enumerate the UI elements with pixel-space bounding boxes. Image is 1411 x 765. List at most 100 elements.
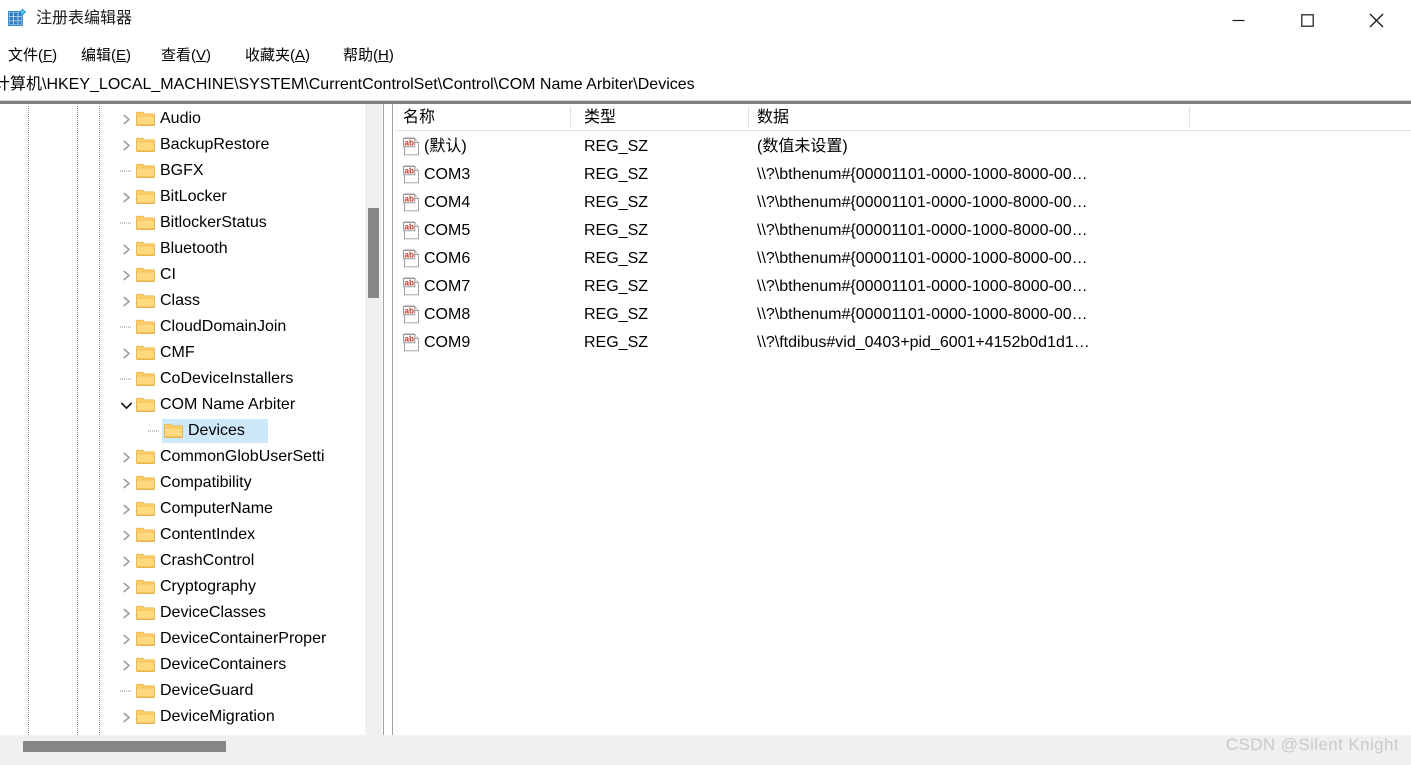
- tree-item-audio[interactable]: Audio: [0, 106, 362, 132]
- tree-item-cryptography[interactable]: Cryptography: [0, 574, 362, 600]
- tree-item-devicemigration[interactable]: DeviceMigration: [0, 704, 362, 730]
- tree-vertical-scrollbar[interactable]: [365, 104, 382, 736]
- tree-guide-line: [99, 652, 100, 678]
- column-header-1[interactable]: 名称: [403, 107, 435, 129]
- chevron-right-icon[interactable]: [117, 470, 135, 496]
- tree-item-bitlocker[interactable]: BitLocker: [0, 184, 362, 210]
- svg-text:ab: ab: [404, 251, 414, 260]
- chevron-right-icon[interactable]: [117, 626, 135, 652]
- tree-item-cmf[interactable]: CMF: [0, 340, 362, 366]
- tree-horizontal-scrollbar-thumb[interactable]: [23, 741, 226, 752]
- tree-item-deviceclasses[interactable]: DeviceClasses: [0, 600, 362, 626]
- tree-item-label: CoDeviceInstallers: [160, 370, 294, 387]
- folder-icon: [136, 293, 155, 309]
- tree-elbow-line: [117, 314, 133, 340]
- chevron-right-icon[interactable]: [117, 548, 135, 574]
- table-row[interactable]: ab COM6 REG_SZ \\?\bthenum#{00001101-0000-1…: [395, 245, 1411, 273]
- tree-horizontal-scrollbar[interactable]: [0, 737, 386, 756]
- chevron-right-icon[interactable]: [117, 184, 135, 210]
- string-value-icon: ab: [403, 221, 421, 240]
- tree-guide-line: [77, 236, 78, 262]
- tree-guide-line: [99, 470, 100, 496]
- chevron-right-icon[interactable]: [117, 600, 135, 626]
- tree-guide-line: [99, 444, 100, 470]
- string-value-icon: ab: [403, 165, 421, 184]
- tree-guide-line: [77, 262, 78, 288]
- tree-item-clouddomainjoin[interactable]: CloudDomainJoin: [0, 314, 362, 340]
- column-divider-3[interactable]: [1189, 106, 1190, 128]
- menu-item-1[interactable]: 文件(F): [8, 44, 57, 68]
- menu-item-3[interactable]: 查看(V): [161, 44, 211, 68]
- tree-item-backuprestore[interactable]: BackupRestore: [0, 132, 362, 158]
- column-header-2[interactable]: 类型: [584, 107, 616, 129]
- chevron-right-icon[interactable]: [117, 262, 135, 288]
- tree-item-compatibility[interactable]: Compatibility: [0, 470, 362, 496]
- column-header-3[interactable]: 数据: [757, 107, 789, 129]
- tree-item-devicecontainers[interactable]: DeviceContainers: [0, 652, 362, 678]
- maximize-icon[interactable]: [1273, 0, 1342, 40]
- menu-item-5[interactable]: 帮助(H): [343, 44, 394, 68]
- table-row[interactable]: ab COM8 REG_SZ \\?\bthenum#{00001101-0000-1…: [395, 301, 1411, 329]
- svg-text:ab: ab: [404, 223, 414, 232]
- tree-item-devices[interactable]: Devices: [0, 418, 362, 444]
- svg-text:ab: ab: [404, 139, 414, 148]
- string-value-icon: ab: [403, 277, 421, 296]
- tree-guide-line: [77, 418, 78, 444]
- tree-item-ci[interactable]: CI: [0, 262, 362, 288]
- chevron-right-icon[interactable]: [117, 444, 135, 470]
- tree-guide-line: [28, 470, 29, 496]
- content-area: Audio BackupRestore BGFX BitLocker Bitlocker…: [0, 101, 1411, 765]
- table-row[interactable]: ab COM3 REG_SZ \\?\bthenum#{00001101-0000-1…: [395, 161, 1411, 189]
- pane-splitter[interactable]: [382, 104, 394, 736]
- folder-icon: [136, 345, 155, 361]
- table-row[interactable]: ab COM7 REG_SZ \\?\bthenum#{00001101-0000-1…: [395, 273, 1411, 301]
- registry-tree-pane[interactable]: Audio BackupRestore BGFX BitLocker Bitlocker…: [0, 104, 362, 736]
- tree-item-com-name-arbiter[interactable]: COM Name Arbiter: [0, 392, 362, 418]
- chevron-right-icon[interactable]: [117, 704, 135, 730]
- menu-item-2[interactable]: 编辑(E): [81, 44, 131, 68]
- chevron-right-icon[interactable]: [117, 496, 135, 522]
- table-row[interactable]: ab COM5 REG_SZ \\?\bthenum#{00001101-0000-1…: [395, 217, 1411, 245]
- tree-item-crashcontrol[interactable]: CrashControl: [0, 548, 362, 574]
- address-bar[interactable]: 计算机\HKEY_LOCAL_MACHINE\SYSTEM\CurrentCon…: [0, 71, 1411, 101]
- chevron-right-icon[interactable]: [117, 106, 135, 132]
- tree-item-computername[interactable]: ComputerName: [0, 496, 362, 522]
- tree-guide-line: [28, 704, 29, 730]
- table-row[interactable]: ab (默认) REG_SZ (数值未设置): [395, 133, 1411, 161]
- menu-item-4[interactable]: 收藏夹(A): [245, 44, 310, 68]
- close-icon[interactable]: [1342, 0, 1411, 40]
- tree-item-bgfx[interactable]: BGFX: [0, 158, 362, 184]
- tree-guide-line: [77, 314, 78, 340]
- tree-item-devicecontainerproper[interactable]: DeviceContainerProper: [0, 626, 362, 652]
- chevron-right-icon[interactable]: [117, 288, 135, 314]
- column-divider-2[interactable]: [748, 106, 749, 128]
- svg-text:ab: ab: [404, 307, 414, 316]
- column-divider-1[interactable]: [570, 106, 571, 128]
- value-name-cell: COM5: [424, 222, 471, 239]
- tree-item-codeviceinstallers[interactable]: CoDeviceInstallers: [0, 366, 362, 392]
- tree-item-contentindex[interactable]: ContentIndex: [0, 522, 362, 548]
- tree-item-bitlockerstatus[interactable]: BitlockerStatus: [0, 210, 362, 236]
- folder-icon: [136, 631, 155, 647]
- tree-item-deviceguard[interactable]: DeviceGuard: [0, 678, 362, 704]
- minimize-icon[interactable]: [1204, 0, 1273, 40]
- registry-values-pane[interactable]: 名称 类型 数据 ab (默认) REG_SZ (数值未设置) ab COM3 REG_SZ \\…: [395, 104, 1411, 736]
- chevron-right-icon[interactable]: [117, 236, 135, 262]
- table-row[interactable]: ab COM4 REG_SZ \\?\bthenum#{00001101-0000-1…: [395, 189, 1411, 217]
- tree-item-label: DeviceContainerProper: [160, 630, 327, 647]
- chevron-down-icon[interactable]: [117, 392, 135, 418]
- string-value-icon: ab: [403, 193, 421, 212]
- tree-vertical-scrollbar-thumb[interactable]: [368, 208, 379, 298]
- chevron-right-icon[interactable]: [117, 652, 135, 678]
- chevron-right-icon[interactable]: [117, 522, 135, 548]
- tree-item-bluetooth[interactable]: Bluetooth: [0, 236, 362, 262]
- tree-item-commonglobusersetti[interactable]: CommonGlobUserSetti: [0, 444, 362, 470]
- chevron-right-icon[interactable]: [117, 132, 135, 158]
- chevron-right-icon[interactable]: [117, 340, 135, 366]
- folder-icon: [136, 215, 155, 231]
- tree-elbow-line: [145, 418, 161, 444]
- value-name-cell: COM4: [424, 194, 471, 211]
- chevron-right-icon[interactable]: [117, 574, 135, 600]
- tree-item-class[interactable]: Class: [0, 288, 362, 314]
- table-row[interactable]: ab COM9 REG_SZ \\?\ftdibus#vid_0403+pid_600…: [395, 329, 1411, 357]
